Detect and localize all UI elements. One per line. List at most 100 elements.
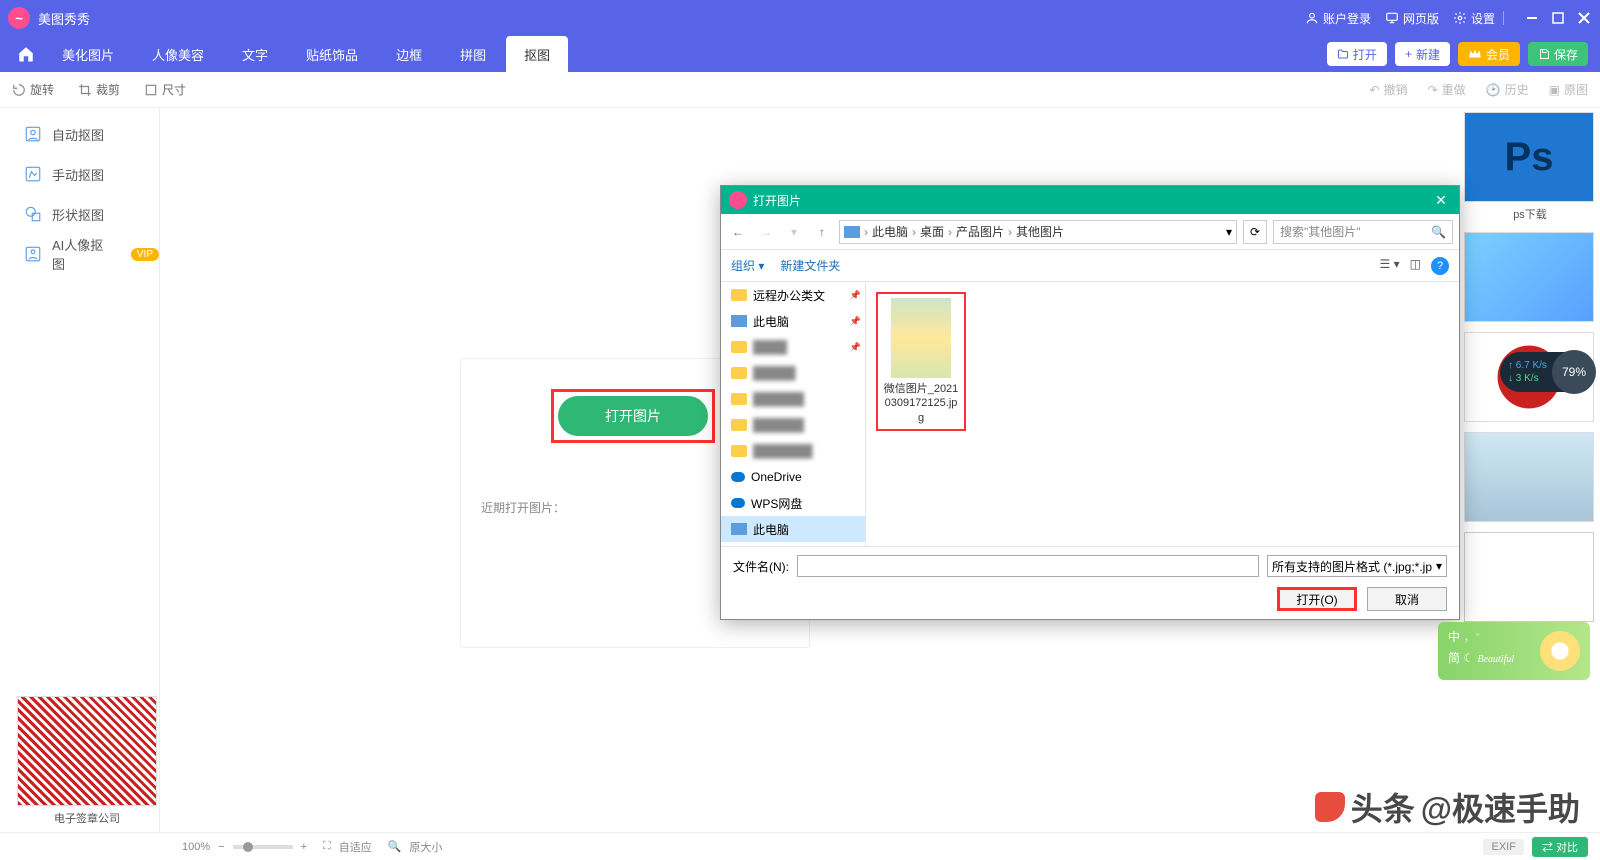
folder-icon xyxy=(731,289,747,301)
view-mode-button[interactable]: ☰ ▾ xyxy=(1380,257,1400,275)
tree-item[interactable]: ██████ xyxy=(721,412,865,438)
network-monitor[interactable]: ↑ 6.7 K/s ↓ 3 K/s 79% xyxy=(1500,352,1590,392)
tab-cutout[interactable]: 抠图 xyxy=(506,36,568,72)
clock-icon: 🕑 xyxy=(1486,83,1501,97)
tree-item[interactable]: ████📌 xyxy=(721,334,865,360)
save-button[interactable]: 保存 xyxy=(1528,42,1588,66)
open-button[interactable]: 打开 xyxy=(1327,42,1387,66)
folder-icon xyxy=(731,419,747,431)
ai-cutout-icon xyxy=(24,245,42,263)
refresh-button[interactable]: ⟳ xyxy=(1243,220,1267,244)
web-version[interactable]: 网页版 xyxy=(1385,10,1439,27)
filename-input[interactable] xyxy=(797,555,1259,577)
fit-label[interactable]: 自适应 xyxy=(339,839,372,855)
sidebar-manual-cutout[interactable]: 手动抠图 xyxy=(0,154,159,194)
original-tool[interactable]: ▣原图 xyxy=(1549,81,1588,98)
redo-tool[interactable]: ↷重做 xyxy=(1428,81,1466,98)
tree-item[interactable]: 此电脑 xyxy=(721,516,865,542)
tree-item[interactable]: WPS网盘 xyxy=(721,490,865,516)
tree-item[interactable]: ██████ xyxy=(721,386,865,412)
nav-back[interactable]: ← xyxy=(727,221,749,243)
pin-icon: 📌 xyxy=(850,342,861,353)
tab-text[interactable]: 文字 xyxy=(224,36,286,72)
dialog-search[interactable]: 搜索"其他图片" 🔍 xyxy=(1273,220,1453,244)
undo-tool[interactable]: ↶撤销 xyxy=(1370,81,1408,98)
save-icon xyxy=(1538,48,1550,60)
tree-item[interactable]: █████ xyxy=(721,360,865,386)
new-button[interactable]: + 新建 xyxy=(1395,42,1450,66)
user-icon xyxy=(1305,11,1319,25)
zoom-out[interactable]: − xyxy=(218,841,224,853)
tab-collage[interactable]: 拼图 xyxy=(442,36,504,72)
cloud2-icon xyxy=(731,498,745,508)
member-button[interactable]: 会员 xyxy=(1458,42,1520,66)
dialog-footer: 文件名(N): 所有支持的图片格式 (*.jpg;*.jp ▾ 打开(O) 取消 xyxy=(721,546,1459,619)
dialog-close-button[interactable]: ✕ xyxy=(1431,192,1451,209)
sidebar-shape-cutout[interactable]: 形状抠图 xyxy=(0,194,159,234)
stamp-label: 电子签章公司 xyxy=(12,810,162,826)
compare-button[interactable]: ⇄ 对比 xyxy=(1532,837,1588,857)
dialog-cancel-button[interactable]: 取消 xyxy=(1367,587,1447,611)
dialog-file-list: 微信图片_20210309172125.jpg xyxy=(866,282,1459,546)
tree-item[interactable]: 远程办公类文📌 xyxy=(721,282,865,308)
tree-item[interactable]: OneDrive xyxy=(721,464,865,490)
open-highlight: 打开图片 xyxy=(551,389,715,443)
moon-icon: ☾ xyxy=(1463,651,1474,665)
sidebar-ai-cutout[interactable]: AI人像抠图 VIP xyxy=(0,234,159,274)
sidebar-auto-cutout[interactable]: 自动抠图 xyxy=(0,114,159,154)
dialog-open-button[interactable]: 打开(O) xyxy=(1277,587,1357,611)
rotate-tool[interactable]: 旋转 xyxy=(12,81,54,98)
history-tool[interactable]: 🕑历史 xyxy=(1486,81,1529,98)
nav-forward[interactable]: → xyxy=(755,221,777,243)
right-panel: Ps ps下载 xyxy=(1460,108,1600,832)
nav-dropdown[interactable]: ▾ xyxy=(783,221,805,243)
nav-up[interactable]: ↑ xyxy=(811,221,833,243)
maximize-button[interactable] xyxy=(1550,10,1566,26)
tab-portrait[interactable]: 人像美容 xyxy=(134,36,222,72)
toutiao-icon xyxy=(1315,792,1345,822)
thumb-3[interactable] xyxy=(1464,432,1594,522)
crop-icon xyxy=(78,83,92,97)
zoom-slider[interactable] xyxy=(233,845,293,849)
path-dropdown-icon[interactable]: ▾ xyxy=(1226,225,1232,239)
app-name: 美图秀秀 xyxy=(38,9,90,28)
folder-icon xyxy=(731,445,747,457)
path-box[interactable]: › 此电脑› 桌面› 产品图片› 其他图片 ▾ xyxy=(839,220,1237,244)
zoom-value: 100% xyxy=(182,841,210,853)
thumb-1[interactable] xyxy=(1464,232,1594,322)
tree-item[interactable]: ███████ xyxy=(721,438,865,464)
account-login[interactable]: 账户登录 xyxy=(1305,10,1371,27)
tab-beautify[interactable]: 美化图片 xyxy=(44,36,132,72)
ime-overlay[interactable]: 中 ，° 简 ☾ Beautiful xyxy=(1438,622,1590,680)
help-icon[interactable]: ? xyxy=(1431,257,1449,275)
new-folder-button[interactable]: 新建文件夹 xyxy=(780,257,840,274)
home-tab[interactable] xyxy=(8,36,44,72)
window-controls xyxy=(1524,10,1592,26)
dialog-tree: 远程办公类文📌此电脑📌████📌████████████████████████… xyxy=(721,282,866,546)
minimize-button[interactable] xyxy=(1524,10,1540,26)
dialog-app-icon xyxy=(729,191,747,209)
tab-frame[interactable]: 边框 xyxy=(378,36,440,72)
file-filter-select[interactable]: 所有支持的图片格式 (*.jpg;*.jp ▾ xyxy=(1267,555,1447,577)
original-size-label[interactable]: 原大小 xyxy=(409,839,442,855)
tab-sticker[interactable]: 贴纸饰品 xyxy=(288,36,376,72)
crop-tool[interactable]: 裁剪 xyxy=(78,81,120,98)
size-tool[interactable]: 尺寸 xyxy=(144,81,186,98)
ps-download-thumb[interactable]: Ps xyxy=(1464,112,1594,202)
original-size-icon: 🔍 xyxy=(388,840,402,853)
close-button[interactable] xyxy=(1576,10,1592,26)
pc-icon xyxy=(731,315,747,327)
stamp-thumb[interactable] xyxy=(17,696,157,806)
thumb-4[interactable] xyxy=(1464,532,1594,622)
open-image-button[interactable]: 打开图片 xyxy=(558,396,708,436)
tree-item[interactable]: 此电脑📌 xyxy=(721,308,865,334)
file-item-selected[interactable]: 微信图片_20210309172125.jpg xyxy=(876,292,966,431)
settings[interactable]: 设置 xyxy=(1453,10,1495,27)
exif-button[interactable]: EXIF xyxy=(1483,839,1523,855)
zoom-in[interactable]: + xyxy=(301,841,307,853)
organize-menu[interactable]: 组织 ▾ xyxy=(731,257,764,274)
fit-icon: ⛶ xyxy=(323,840,331,853)
preview-pane-button[interactable]: ◫ xyxy=(1410,257,1421,275)
tree-item[interactable]: 网络 xyxy=(721,542,865,546)
folder-icon xyxy=(731,367,747,379)
